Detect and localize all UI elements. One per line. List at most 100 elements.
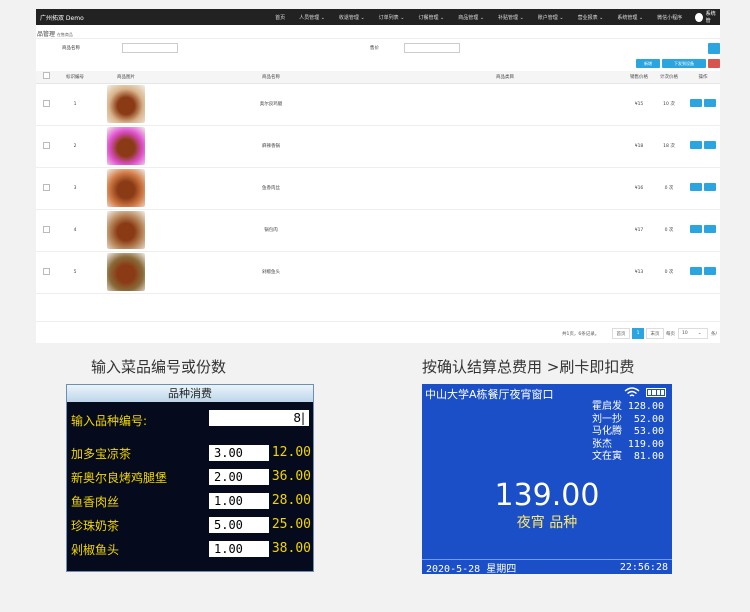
table-header-row: 标识编号 商品图片 商品名称 商品类目 销售价格 计次价格 操作 [36, 71, 720, 84]
row-price: ¥15 [626, 83, 652, 126]
page: 广州拓双 Demo 首页 人员管理 ⌄ 收退管理 ⌄ 订单列表 ⌄ 订餐管理 ⌄ 商品管理… [0, 0, 750, 612]
nav-item[interactable]: 微信小程序 [650, 14, 689, 21]
record-amount: 128.00 [627, 401, 664, 412]
record-name: 文在寅 [592, 451, 622, 462]
row-select-cell [36, 83, 56, 126]
filter-price-label: 售价 [370, 46, 379, 51]
battery-icon [646, 388, 666, 397]
user-avatar-icon[interactable] [695, 12, 703, 22]
row-actions [686, 83, 720, 126]
row-name: 剁椒鱼头 [158, 251, 384, 294]
row-checkbox[interactable] [42, 99, 50, 107]
nav-item[interactable]: 账户管理 ⌄ [531, 14, 571, 21]
table-row[interactable]: 2 麻辣香锅 ¥18 18 次 [36, 125, 720, 168]
row-image-cell [94, 251, 158, 294]
delete-icon[interactable] [704, 183, 716, 191]
row-name: 奥尔良鸡腿 [158, 83, 384, 126]
list-item: 珍珠奶茶 5.00 25.00 [71, 517, 311, 533]
row-checkbox[interactable] [42, 225, 50, 233]
chevron-down-icon: ⌄ [697, 331, 702, 336]
row-id: 5 [56, 251, 94, 294]
nav-item[interactable]: 营业报表 ⌄ [571, 14, 611, 21]
nav-item[interactable]: 商品管理 ⌄ [451, 14, 491, 21]
item-price: 28.00 [271, 493, 311, 508]
item-qty-field[interactable]: 1.00 [209, 541, 269, 557]
nav-item[interactable]: 系统管理 ⌄ [610, 14, 650, 21]
col-times: 计次价格 [652, 71, 686, 84]
row-checkbox[interactable] [42, 267, 50, 275]
filter-bar: 商品名称 售价 [36, 39, 720, 57]
item-price: 12.00 [271, 445, 311, 460]
row-category [384, 251, 626, 294]
delete-icon[interactable] [704, 225, 716, 233]
add-button[interactable]: 新增 [636, 59, 660, 68]
list-item: 霍启发 128.00 [592, 401, 664, 414]
nav-item[interactable]: 人员管理 ⌄ [292, 14, 332, 21]
filter-price-input[interactable] [404, 43, 460, 53]
row-price: ¥17 [626, 209, 652, 252]
row-image-cell [94, 209, 158, 252]
admin-screenshot: 广州拓双 Demo 首页 人员管理 ⌄ 收退管理 ⌄ 订单列表 ⌄ 订餐管理 ⌄ 商品管理… [36, 9, 720, 343]
table-row[interactable]: 5 剁椒鱼头 ¥13 0 次 [36, 251, 720, 294]
current-page-button[interactable]: 1 [632, 328, 644, 339]
last-page-button[interactable]: 末页 [646, 328, 664, 339]
dish-image [107, 85, 145, 123]
nav-item[interactable]: 订餐管理 ⌄ [411, 14, 451, 21]
footer-bar: 2020-5-28 星期四 22:56:28 [422, 559, 672, 575]
nav-item[interactable]: 首页 [268, 14, 292, 21]
row-times: 0 次 [652, 167, 686, 210]
total-amount: 139.00 [494, 478, 600, 513]
record-name: 刘一抄 [592, 413, 622, 425]
dish-image [107, 253, 145, 291]
sync-device-button[interactable]: 下发到设备 [662, 59, 706, 68]
item-qty-field[interactable]: 2.00 [209, 469, 269, 485]
search-button[interactable] [708, 43, 720, 54]
filter-name-input[interactable] [122, 43, 178, 53]
row-name: 麻辣香锅 [158, 125, 384, 168]
item-code-input[interactable]: 8| [209, 410, 309, 426]
add-label: 新增 [644, 60, 652, 66]
caption-right: 按确认结算总费用 >刷卡即扣费 [422, 358, 635, 376]
item-price: 38.00 [271, 541, 311, 556]
delete-icon[interactable] [704, 267, 716, 275]
first-page-button[interactable]: 首页 [612, 328, 630, 339]
row-id: 4 [56, 209, 94, 252]
edit-icon[interactable] [690, 183, 702, 191]
table-row[interactable]: 1 奥尔良鸡腿 ¥15 10 次 [36, 83, 720, 126]
per-page-select[interactable]: 10 ⌄ [678, 328, 708, 339]
row-select-cell [36, 209, 56, 252]
nav-item[interactable]: 补贴管理 ⌄ [491, 14, 531, 21]
current-page-label: 1 [636, 331, 640, 336]
list-item: 张杰 119.00 [592, 439, 664, 452]
variety-consumption-screen: 品种消费 输入品种编号: 8| 加多宝凉茶 3.00 12.00 新奥尔良烤鸡腿堡 2.… [66, 384, 314, 572]
table-row[interactable]: 3 鱼香肉丝 ¥16 0 次 [36, 167, 720, 210]
item-qty-field[interactable]: 1.00 [209, 493, 269, 509]
edit-icon[interactable] [690, 99, 702, 107]
row-times: 0 次 [652, 209, 686, 252]
export-button[interactable] [708, 59, 720, 68]
edit-icon[interactable] [690, 141, 702, 149]
user-label[interactable]: 系统管 [706, 10, 720, 24]
item-qty-field[interactable]: 3.00 [209, 445, 269, 461]
nav-item[interactable]: 收退管理 ⌄ [332, 14, 372, 21]
edit-icon[interactable] [690, 267, 702, 275]
dish-image [107, 127, 145, 165]
select-all-checkbox[interactable] [42, 72, 50, 80]
nav-item[interactable]: 订单列表 ⌄ [372, 14, 412, 21]
delete-icon[interactable] [704, 99, 716, 107]
col-id: 标识编号 [56, 71, 94, 84]
table-row[interactable]: 4 锅包肉 ¥17 0 次 [36, 209, 720, 252]
item-qty-field[interactable]: 5.00 [209, 517, 269, 533]
row-checkbox[interactable] [42, 141, 50, 149]
delete-icon[interactable] [704, 141, 716, 149]
recent-records: 霍启发 128.00 刘一抄 52.00 马化腾 53.00 张杰 119.00 文在寅 81.0… [592, 401, 664, 464]
row-checkbox[interactable] [42, 183, 50, 191]
brand-title: 广州拓双 Demo [40, 14, 84, 22]
dish-image [107, 211, 145, 249]
row-name: 锅包肉 [158, 209, 384, 252]
date-label: 2020-5-28 星期四 [426, 563, 517, 575]
last-page-label: 末页 [650, 331, 660, 337]
col-image: 商品图片 [94, 71, 158, 84]
sync-device-label: 下发到设备 [674, 60, 694, 66]
edit-icon[interactable] [690, 225, 702, 233]
